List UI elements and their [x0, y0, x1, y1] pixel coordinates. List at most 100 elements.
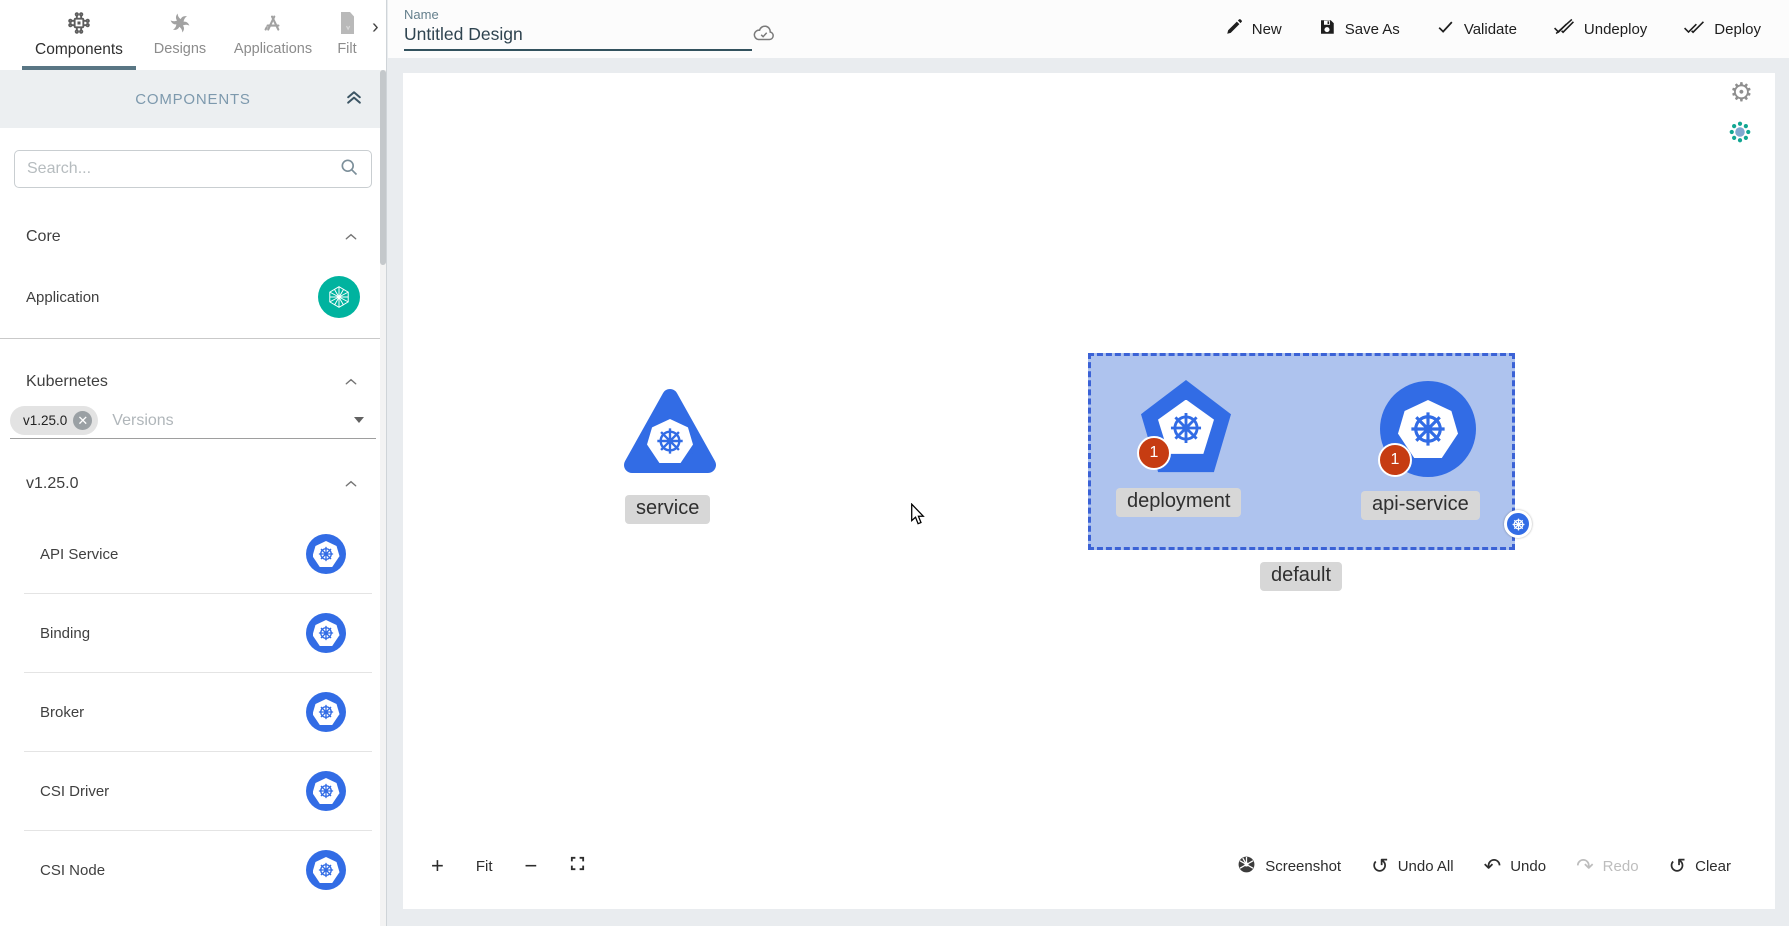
component-item-binding[interactable]: Binding — [0, 594, 386, 672]
chevron-up-icon[interactable] — [344, 230, 358, 244]
button-label: New — [1252, 21, 1282, 38]
cloud-sync-icon — [752, 23, 776, 48]
button-label: Redo — [1603, 858, 1639, 875]
components-panel-header: COMPONENTS — [0, 70, 386, 128]
tab-applications[interactable]: Filt Applications — [222, 0, 324, 70]
chevron-up-icon[interactable] — [344, 375, 358, 389]
collapse-panel-icon[interactable] — [344, 86, 364, 111]
panel-title: COMPONENTS — [135, 91, 251, 108]
button-label: Deploy — [1714, 21, 1761, 38]
version-chip[interactable]: v1.25.0 ✕ — [10, 406, 98, 435]
filters-icon — [337, 8, 357, 38]
component-item-application[interactable]: Application — [0, 262, 386, 332]
redo-button[interactable]: ↷ Redo — [1576, 856, 1638, 877]
meshery-designer: Components Designs — [0, 0, 1789, 926]
tab-filters[interactable]: Filt — [324, 0, 370, 70]
history-controls: Screenshot ↺ Undo All ↶ Undo ↷ Redo ↺ Cl… — [1237, 855, 1731, 878]
api-service-count-badge: 1 — [1378, 443, 1412, 477]
component-list: API Service Binding Broker — [0, 515, 386, 909]
tab-designs[interactable]: Designs — [138, 0, 222, 70]
designs-icon — [168, 8, 192, 38]
design-name-input[interactable] — [404, 22, 752, 51]
validate-button[interactable]: Validate — [1436, 17, 1517, 41]
undeploy-button[interactable]: Undeploy — [1553, 17, 1647, 41]
tab-label: Components — [35, 41, 123, 59]
versions-select[interactable]: v1.25.0 ✕ Versions — [10, 403, 376, 439]
node-label-api-service[interactable]: api-service — [1361, 491, 1480, 520]
dropdown-arrow-icon[interactable] — [354, 417, 364, 423]
component-label: Binding — [40, 625, 90, 642]
section-title: Kubernetes — [26, 373, 108, 391]
component-label: Broker — [40, 704, 84, 721]
node-label-deployment[interactable]: deployment — [1116, 488, 1241, 517]
undo-icon: ↶ — [1484, 856, 1502, 877]
component-item-csi-node[interactable]: CSI Node — [0, 831, 386, 909]
deploy-button[interactable]: Deploy — [1683, 17, 1761, 41]
clear-button[interactable]: ↺ Clear — [1669, 856, 1731, 877]
double-check-crossed-icon — [1553, 17, 1575, 41]
search-box — [14, 150, 372, 188]
undo-all-icon: ↺ — [1371, 856, 1389, 877]
kubernetes-icon[interactable] — [306, 771, 346, 811]
versions-placeholder: Versions — [112, 412, 173, 430]
version-group-header[interactable]: v1.25.0 — [0, 475, 386, 493]
name-label: Name — [404, 7, 776, 22]
kubernetes-icon[interactable] — [306, 850, 346, 890]
component-label: API Service — [40, 546, 118, 563]
pencil-icon — [1225, 18, 1243, 41]
new-button[interactable]: New — [1225, 18, 1282, 41]
button-label: Screenshot — [1265, 858, 1341, 875]
undo-button[interactable]: ↶ Undo — [1484, 856, 1546, 877]
group-label-default[interactable]: default — [1260, 562, 1342, 591]
core-section-header[interactable]: Core — [0, 228, 386, 246]
button-label: Undo — [1510, 858, 1546, 875]
kubernetes-icon[interactable] — [306, 613, 346, 653]
component-label: CSI Driver — [40, 783, 109, 800]
component-item-csi-driver[interactable]: CSI Driver — [0, 752, 386, 830]
fullscreen-icon[interactable] — [569, 855, 586, 877]
zoom-in-button[interactable]: + — [431, 855, 444, 877]
node-label-service[interactable]: service — [625, 495, 710, 524]
zoom-out-button[interactable]: − — [525, 855, 538, 877]
node-service[interactable] — [620, 385, 720, 483]
chevron-up-icon[interactable] — [344, 477, 358, 491]
button-label: Save As — [1345, 21, 1400, 38]
redo-icon: ↷ — [1576, 856, 1594, 877]
kubernetes-connection-icon[interactable] — [1729, 121, 1751, 148]
kubernetes-section-header[interactable]: Kubernetes — [0, 373, 386, 391]
save-icon — [1318, 18, 1336, 41]
canvas-settings-gear-icon[interactable]: ⚙ — [1730, 79, 1753, 105]
button-label: Clear — [1695, 858, 1731, 875]
tab-components[interactable]: Components — [20, 0, 138, 70]
mouse-cursor — [910, 503, 925, 530]
clear-icon: ↺ — [1669, 856, 1687, 877]
component-item-api-service[interactable]: API Service — [0, 515, 386, 593]
save-as-button[interactable]: Save As — [1318, 18, 1400, 41]
component-item-broker[interactable]: Broker — [0, 673, 386, 751]
fit-button[interactable]: Fit — [476, 858, 493, 875]
tab-label: Designs — [154, 41, 206, 57]
section-divider — [0, 338, 386, 339]
check-icon — [1436, 17, 1455, 41]
component-label: CSI Node — [40, 862, 105, 879]
section-title: v1.25.0 — [26, 475, 78, 493]
component-label: Application — [26, 289, 99, 306]
search-icon[interactable] — [339, 157, 359, 182]
zoom-controls: + Fit − — [431, 855, 586, 877]
screenshot-button[interactable]: Screenshot — [1237, 855, 1341, 878]
double-check-icon — [1683, 17, 1705, 41]
search-input[interactable] — [27, 160, 339, 178]
undo-all-button[interactable]: ↺ Undo All — [1371, 856, 1453, 877]
kubernetes-icon[interactable] — [306, 692, 346, 732]
group-default[interactable]: 1 deployment 1 api-service — [1088, 353, 1515, 550]
sidebar-scrollbar-thumb[interactable] — [380, 70, 386, 265]
tab-label: Filt — [337, 41, 356, 57]
meshery-application-icon[interactable] — [318, 276, 360, 318]
kubernetes-icon[interactable] — [306, 534, 346, 574]
shutter-icon — [1237, 855, 1256, 878]
tabs-scroll-right-icon[interactable]: › — [372, 16, 379, 39]
remove-version-icon[interactable]: ✕ — [73, 411, 92, 430]
sidebar: Components Designs — [0, 0, 387, 926]
design-canvas[interactable]: ⚙ service — [403, 73, 1775, 909]
group-kubernetes-handle-icon[interactable] — [1504, 510, 1532, 538]
